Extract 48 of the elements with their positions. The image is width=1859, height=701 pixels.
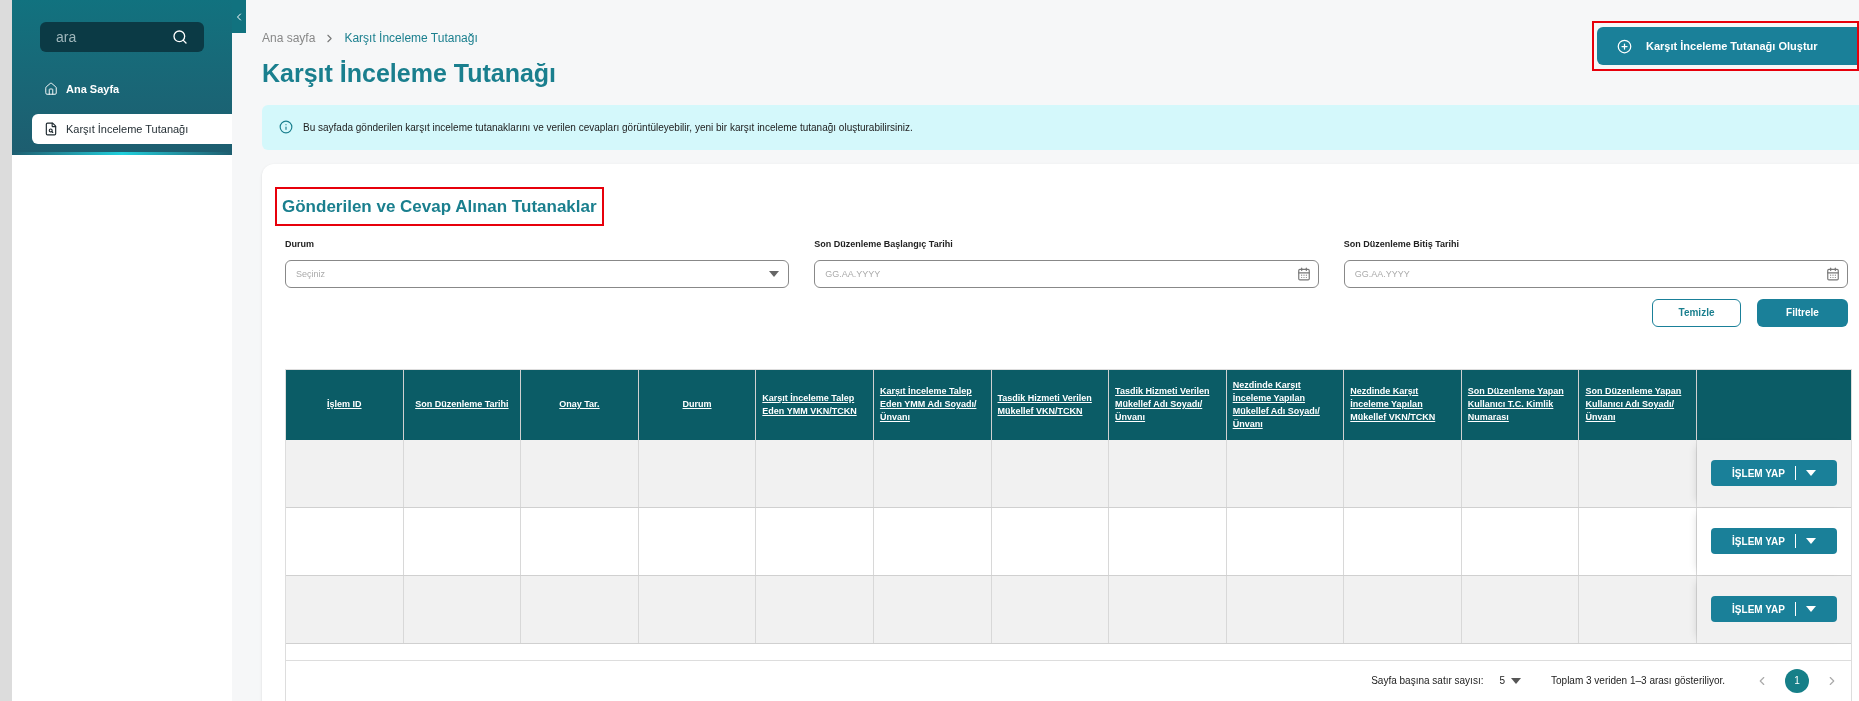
action-button[interactable]: İŞLEM YAP (1711, 460, 1837, 486)
breadcrumb-link[interactable]: Karşıt İnceleme Tutanağı (344, 29, 478, 47)
caret-icon (1805, 606, 1816, 612)
page-button[interactable]: 1 (1785, 668, 1809, 693)
info-message: Bu sayfada gönderilen karşıt inceleme tutanaklarını ve verilen cevapları görüntüleyebilir, yeni bir karşıt inceleme tutanağı oluşturabilirsiniz. (303, 120, 913, 135)
sidebar-item[interactable]: Ana Sayfa (32, 74, 232, 104)
filter-label: Durum (285, 238, 315, 251)
rows-per-page-label: Sayfa başına satır sayısı: (1371, 674, 1484, 688)
clear-button[interactable]: Temizle (1652, 298, 1741, 327)
home-icon (44, 82, 58, 96)
column-header[interactable]: Nezdinde Karşıt İnceleme Yapılan Mükellef VKN/TCKN (1350, 385, 1455, 424)
info-icon (279, 120, 293, 134)
column-header[interactable]: Son Düzenleme Yapan Kullanıcı T.C. Kimlik Numarası (1467, 385, 1573, 424)
document-icon (44, 122, 58, 136)
calendar-icon (1296, 266, 1311, 281)
plus-circle-icon (1617, 38, 1632, 54)
section-title: Gönderilen ve Cevap Alınan Tutanaklar (282, 195, 597, 218)
search-icon (172, 29, 188, 45)
pagination-summary: Toplam 3 veriden 1–3 arası gösteriliyor. (1551, 674, 1725, 688)
create-button[interactable]: Karşıt İnceleme Tutanağı Oluştur (1597, 27, 1857, 65)
column-header[interactable]: Tasdik Hizmeti Verilen Mükellef Adı Soyadı/Ünvanı (1115, 385, 1220, 424)
rows-per-page-select[interactable]: 5 (1499, 673, 1521, 688)
caret-icon (769, 270, 780, 277)
date-field[interactable]: GG.AA.YYYY (814, 259, 1319, 288)
caret-icon (1805, 470, 1816, 476)
action-button[interactable]: İŞLEM YAP (1711, 528, 1837, 554)
caret-icon (1511, 677, 1521, 684)
page-title: Karşıt İnceleme Tutanağı (262, 58, 557, 89)
column-header[interactable]: Tasdik Hizmeti Verilen Mükellef VKN/TCKN (997, 391, 1103, 418)
date-field[interactable]: GG.AA.YYYY (1343, 259, 1848, 288)
column-header[interactable]: Durum (682, 398, 712, 411)
collapse-button[interactable] (232, 0, 246, 33)
column-header[interactable]: Karşıt İnceleme Talep Eden YMM VKN/TCKN (762, 391, 867, 418)
column-header[interactable]: İşlem ID (327, 398, 362, 411)
calendar-icon (1826, 266, 1840, 281)
sidebar-item[interactable]: Karşıt İnceleme Tutanağı (32, 114, 232, 144)
column-header[interactable]: Karşıt İnceleme Talep Eden YMM Adı Soyadı/Ünvanı (879, 385, 985, 424)
filter-label: Son Düzenleme Bitiş Tarihi (1343, 238, 1460, 251)
select-field[interactable]: Seçiniz (285, 259, 790, 288)
column-header[interactable]: Nezdinde Karşıt İnceleme Yapılan Mükellef Adı Soyadı/ Ünvanı (1232, 378, 1338, 431)
filter-button[interactable]: Filtrele (1757, 298, 1848, 327)
column-header[interactable]: Son Düzenleme Yapan Kullanıcı Adı Soyadı/Ünvanı (1585, 385, 1690, 424)
caret-icon (1805, 538, 1816, 544)
search-field[interactable]: ara (40, 22, 204, 52)
column-header[interactable]: Onay Tar. (559, 398, 600, 411)
filter-label: Son Düzenleme Başlangıç Tarihi (814, 238, 954, 251)
action-button[interactable]: İŞLEM YAP (1711, 596, 1837, 622)
column-header[interactable]: Son Düzenleme Tarihi (415, 398, 509, 411)
